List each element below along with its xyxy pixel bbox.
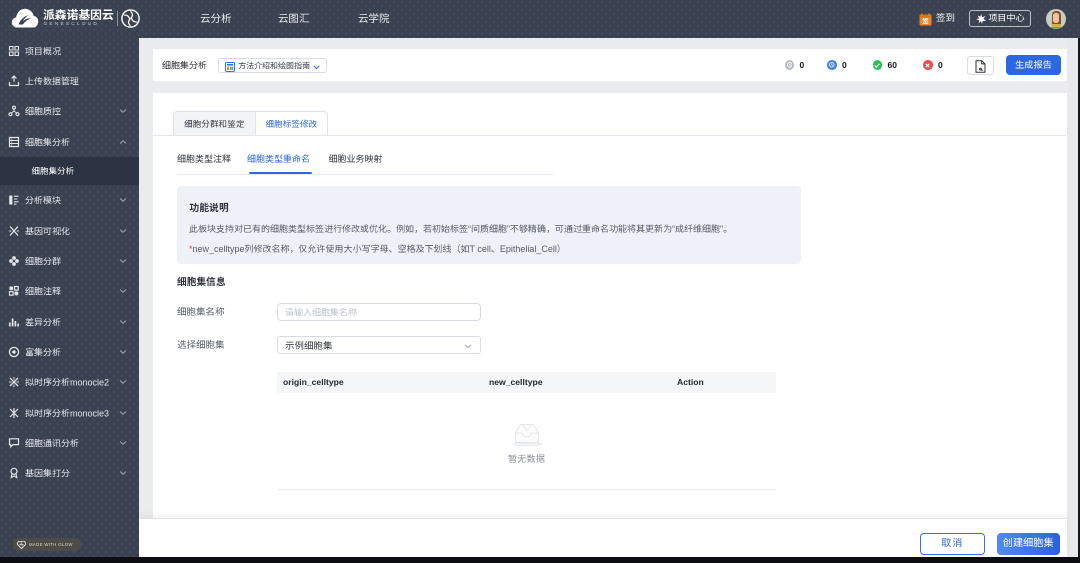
- svg-text:签: 签: [922, 17, 929, 25]
